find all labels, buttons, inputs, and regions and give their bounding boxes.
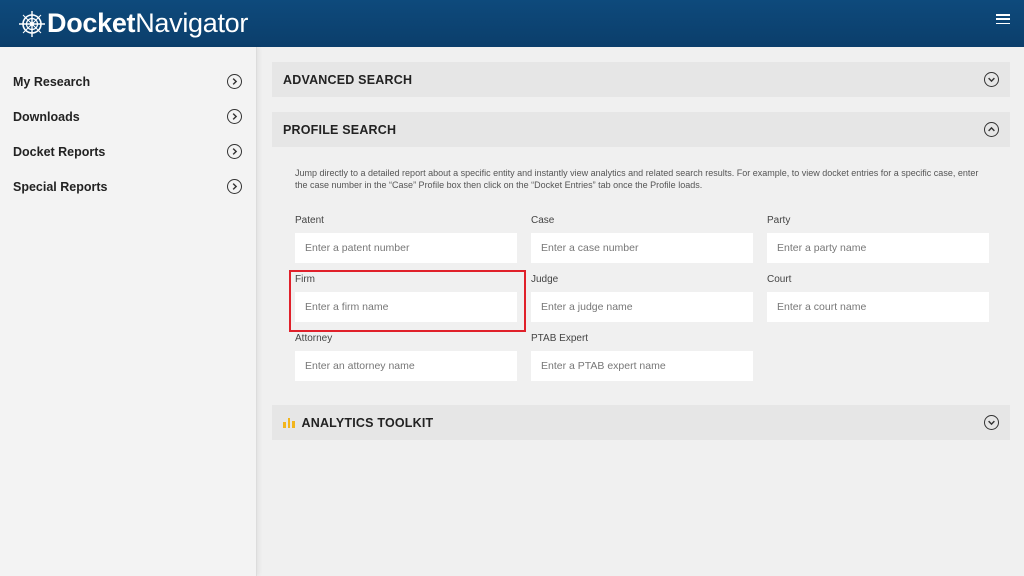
sidebar-item-label: My Research <box>13 74 91 89</box>
case-field: Case <box>531 215 753 263</box>
chevron-down-circle-icon[interactable] <box>984 415 999 430</box>
hamburger-line <box>996 14 1010 16</box>
chevron-right-circle-icon[interactable] <box>227 74 242 89</box>
profile-description: Jump directly to a detailed report about… <box>295 168 979 190</box>
profile-search-header[interactable]: PROFILE SEARCH <box>272 112 1010 147</box>
field-label: Court <box>767 274 792 285</box>
app-header: DocketNavigator <box>0 0 1024 47</box>
attorney-input[interactable] <box>295 351 517 381</box>
field-label: Firm <box>295 274 315 285</box>
logo-text: DocketNavigator <box>47 0 248 47</box>
docket-navigator-logo[interactable]: DocketNavigator <box>18 0 248 47</box>
ptab-expert-input[interactable] <box>531 351 753 381</box>
case-input[interactable] <box>531 233 753 263</box>
sidebar-item-docket-reports[interactable]: Docket Reports <box>0 134 256 169</box>
party-field: Party <box>767 215 989 263</box>
logo-text-bold: Docket <box>47 8 136 38</box>
sidebar-item-my-research[interactable]: My Research <box>0 64 256 99</box>
field-label: Party <box>767 215 791 226</box>
sidebar-item-special-reports[interactable]: Special Reports <box>0 169 256 204</box>
firm-field: Firm <box>289 270 526 332</box>
sidebar-item-label: Special Reports <box>13 179 108 194</box>
judge-input[interactable] <box>531 292 753 322</box>
chevron-right-circle-icon[interactable] <box>227 144 242 159</box>
bar-chart-icon-bar <box>283 422 286 428</box>
profile-search-body: Jump directly to a detailed report about… <box>272 147 1010 405</box>
chevron-up-circle-icon[interactable] <box>984 122 999 137</box>
hamburger-line <box>996 22 1010 24</box>
profile-field-grid: Patent Case Party Firm Judge Court <box>289 215 989 381</box>
patent-input[interactable] <box>295 233 517 263</box>
field-label: Judge <box>531 274 559 285</box>
field-label: Patent <box>295 215 324 226</box>
court-field: Court <box>767 274 989 322</box>
ptab-expert-field: PTAB Expert <box>531 333 753 381</box>
party-input[interactable] <box>767 233 989 263</box>
analytics-toolkit-header[interactable]: ANALYTICS TOOLKIT <box>272 405 1010 440</box>
sidebar-item-label: Docket Reports <box>13 144 106 159</box>
logo-text-light: Navigator <box>135 8 249 38</box>
hamburger-menu-icon[interactable] <box>996 12 1010 26</box>
main-content: ADVANCED SEARCH PROFILE SEARCH Jump dire… <box>272 62 1010 440</box>
judge-field: Judge <box>531 274 753 322</box>
logo-globe-icon <box>19 10 45 37</box>
field-label: PTAB Expert <box>531 333 589 344</box>
hamburger-line <box>996 18 1010 20</box>
sidebar-item-label: Downloads <box>13 109 80 124</box>
sidebar: My Research Downloads Docket Reports Spe… <box>0 47 257 576</box>
firm-input[interactable] <box>295 292 517 322</box>
chevron-down-circle-icon[interactable] <box>984 72 999 87</box>
sidebar-item-downloads[interactable]: Downloads <box>0 99 256 134</box>
panel-gap <box>272 97 1010 112</box>
court-input[interactable] <box>767 292 989 322</box>
attorney-field: Attorney <box>295 333 517 381</box>
bar-chart-icon <box>283 417 295 428</box>
advanced-search-header[interactable]: ADVANCED SEARCH <box>272 62 1010 97</box>
panel-title: ANALYTICS TOOLKIT <box>301 415 434 430</box>
bar-chart-icon-bar <box>287 418 290 428</box>
field-label: Attorney <box>295 333 333 344</box>
bar-chart-icon-bar <box>292 421 295 428</box>
field-label: Case <box>531 215 555 226</box>
chevron-right-circle-icon[interactable] <box>227 179 242 194</box>
panel-title: ADVANCED SEARCH <box>283 72 413 87</box>
panel-title: PROFILE SEARCH <box>283 122 397 137</box>
chevron-right-circle-icon[interactable] <box>227 109 242 124</box>
patent-field: Patent <box>295 215 517 263</box>
